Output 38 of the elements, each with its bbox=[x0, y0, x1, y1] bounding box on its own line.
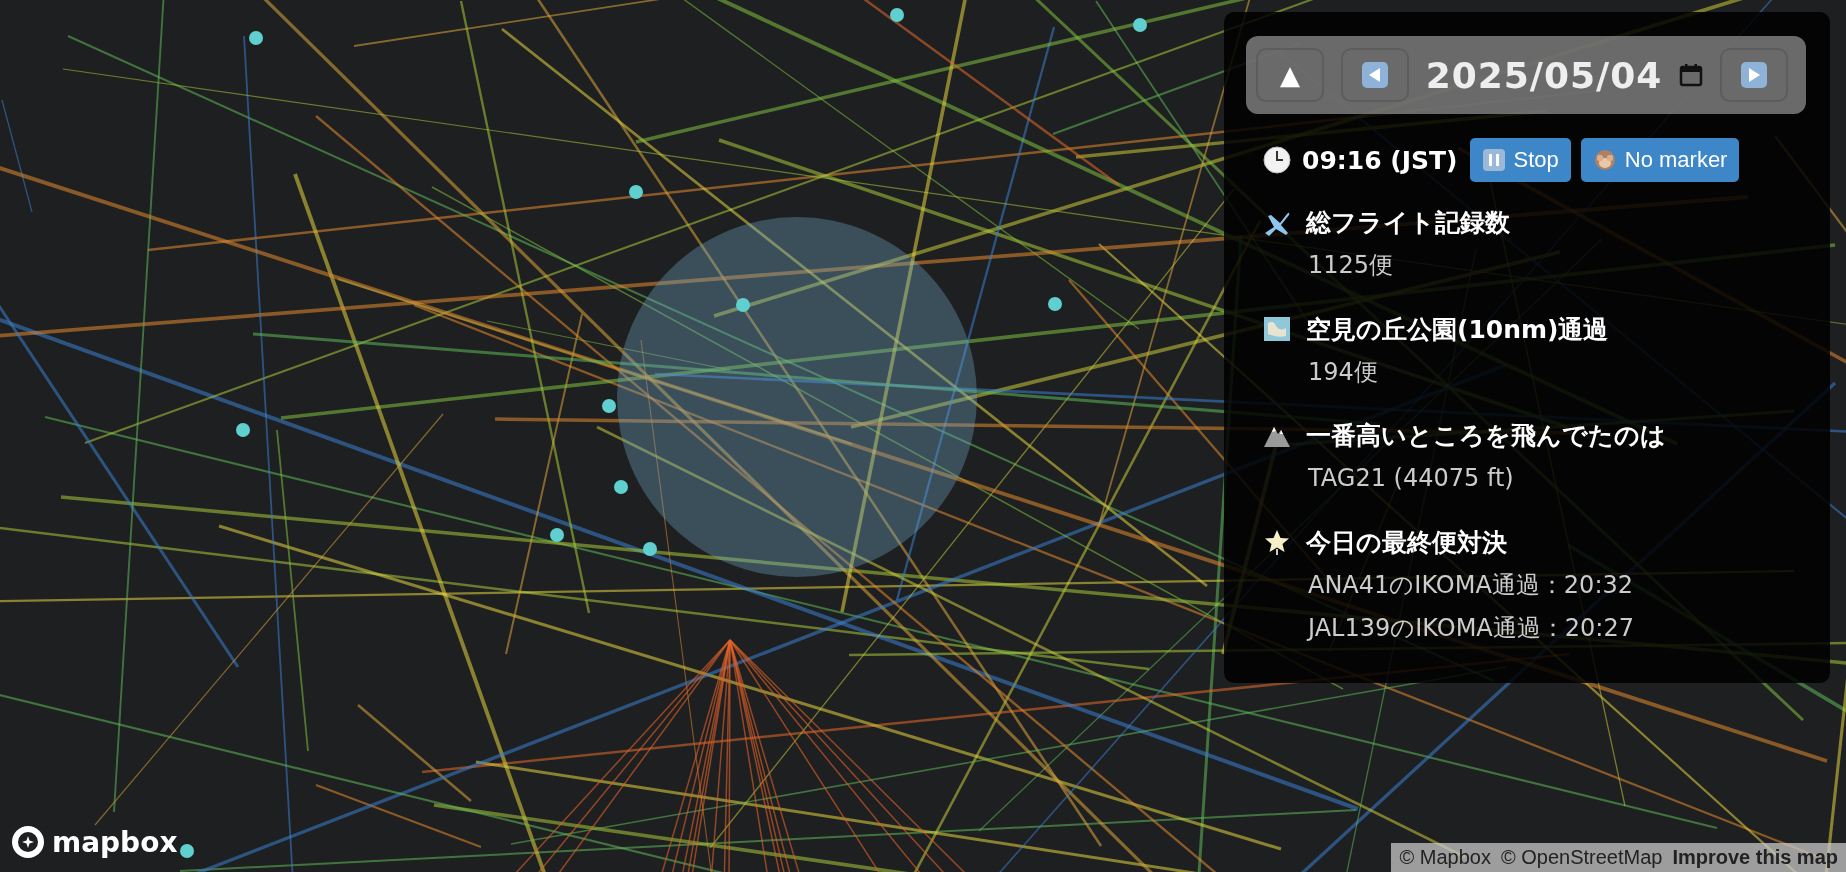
pause-icon bbox=[1481, 148, 1506, 172]
stat-value: TAG21 (44075 ft) bbox=[1308, 463, 1515, 495]
location-dot bbox=[1048, 297, 1062, 311]
stat-title: 総フライト記録数 bbox=[1306, 207, 1510, 239]
location-dot bbox=[602, 399, 616, 413]
stat-value: JAL139のIKOMA通過：20:27 bbox=[1308, 613, 1635, 645]
location-dot bbox=[890, 8, 904, 22]
location-dot bbox=[736, 298, 750, 312]
calendar-button[interactable] bbox=[1679, 63, 1704, 87]
attribution-link[interactable]: Improve this map bbox=[1672, 846, 1838, 869]
location-dot bbox=[180, 844, 194, 858]
stat-title: 一番高いところを飛んでたのは bbox=[1306, 420, 1666, 453]
next-day-button[interactable] bbox=[1720, 48, 1788, 102]
stop-button[interactable]: Stop bbox=[1469, 138, 1571, 182]
logo-text[interactable]: mapbox bbox=[52, 825, 178, 859]
location-dot bbox=[550, 528, 564, 542]
location-dot bbox=[236, 423, 250, 437]
attribution-link[interactable]: © Mapbox bbox=[1399, 846, 1491, 869]
location-dot bbox=[249, 31, 263, 45]
stat-title: 空見の丘公園(10nm)通過 bbox=[1306, 313, 1609, 346]
location-dot bbox=[629, 185, 643, 199]
date-text: 2025/05/04 bbox=[1425, 54, 1663, 96]
clock-icon bbox=[1262, 145, 1292, 175]
attribution-link[interactable]: © OpenStreetMap bbox=[1500, 846, 1663, 869]
up-button[interactable]: ▲ bbox=[1256, 48, 1324, 102]
calendar-icon bbox=[1679, 63, 1704, 87]
no-marker-button[interactable]: No marker bbox=[1580, 138, 1740, 182]
location-dot bbox=[614, 480, 628, 494]
stat-title: 今日の最終便対決 bbox=[1306, 526, 1507, 559]
mapbox-logo-icon bbox=[10, 824, 46, 860]
previous-day-button[interactable] bbox=[1340, 48, 1409, 102]
stat-value: 194便 bbox=[1308, 356, 1379, 388]
current-time: 09:16 (JST) bbox=[1302, 145, 1458, 175]
monkey-icon bbox=[1592, 148, 1617, 172]
stat-value: ANA41のIKOMA通過：20:32 bbox=[1308, 569, 1634, 601]
location-dot bbox=[1133, 18, 1147, 32]
location-dot bbox=[643, 542, 657, 556]
stat-value: 1125便 bbox=[1308, 250, 1395, 281]
